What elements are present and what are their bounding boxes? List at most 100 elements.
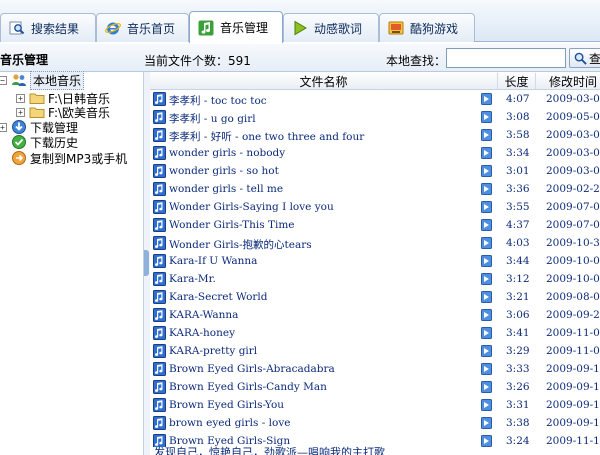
- table-row[interactable]: Kara-Secret World 3:21 2009-08-0: [150, 289, 600, 307]
- lyrics-tag-icon[interactable]: [481, 201, 492, 213]
- file-modified: 2009-03-0: [546, 129, 600, 141]
- file-duration: 3:12: [506, 273, 530, 285]
- news-ticker[interactable]: 发现自己，惊艳自己，劲歌派—唱响我的主打歌: [150, 446, 600, 455]
- music-file-icon: [153, 200, 166, 214]
- music-file-icon: [153, 272, 166, 286]
- tab-kugou-games[interactable]: 酷狗游戏: [379, 13, 475, 42]
- lyrics-tag-icon[interactable]: [481, 327, 492, 339]
- collapse-toggle[interactable]: −: [0, 75, 7, 85]
- play-icon: [294, 20, 307, 36]
- file-table: 文件名称 长度 修改时间 李孝利 - toc toc toc 4:07 2009-0…: [150, 72, 600, 447]
- lyrics-tag-icon[interactable]: [481, 93, 492, 105]
- file-name: KARA-pretty girl: [169, 345, 258, 357]
- table-row[interactable]: 李孝利 - u go girl 3:08 2009-05-0: [150, 109, 600, 127]
- column-header-file-name[interactable]: 文件名称: [150, 73, 498, 89]
- table-row[interactable]: Brown Eyed Girls-You 3:31 2009-09-1: [150, 397, 600, 415]
- lyrics-tag-icon[interactable]: [481, 255, 492, 267]
- file-duration: 3:34: [506, 147, 530, 159]
- lyrics-tag-icon[interactable]: [481, 417, 492, 429]
- music-file-icon: [153, 236, 166, 250]
- lyrics-tag-icon[interactable]: [481, 147, 492, 159]
- copy-device-icon: [12, 151, 26, 165]
- file-name: KARA-honey: [169, 327, 236, 339]
- file-name: 李孝利 - toc toc toc: [169, 95, 267, 107]
- expand-toggle[interactable]: +: [16, 93, 25, 103]
- lyrics-tag-icon[interactable]: [481, 399, 492, 411]
- table-row[interactable]: brown eyed girls - love 3:38 2009-09-1: [150, 415, 600, 433]
- lyrics-tag-icon[interactable]: [481, 183, 492, 195]
- column-header-modified[interactable]: 修改时间: [536, 73, 600, 89]
- table-row[interactable]: Kara-Mr. 3:12 2009-10-0: [150, 271, 600, 289]
- table-row[interactable]: Brown Eyed Girls-Candy Man 3:26 2009-09-1: [150, 379, 600, 397]
- table-row[interactable]: KARA-pretty girl 3:29 2009-11-0: [150, 343, 600, 361]
- local-search-label: 本地查找：: [386, 54, 447, 68]
- music-file-icon: [153, 92, 166, 106]
- file-modified: 2009-10-0: [546, 255, 600, 267]
- lyrics-tag-icon[interactable]: [481, 165, 492, 177]
- file-duration: 4:37: [506, 219, 530, 231]
- music-file-icon: [153, 182, 166, 196]
- lyrics-tag-icon[interactable]: [481, 237, 492, 249]
- file-name: Wonder Girls-Saying I love you: [169, 201, 334, 213]
- music-file-icon: [153, 254, 166, 268]
- table-row[interactable]: Kara-If U Wanna 3:44 2009-10-0: [150, 253, 600, 271]
- tree-node-download-history[interactable]: 下载历史: [11, 134, 78, 150]
- table-row[interactable]: Wonder Girls-抱歉的心tears 4:03 2009-10-3: [150, 235, 600, 253]
- tab-music-home[interactable]: 音乐首页: [96, 13, 189, 42]
- file-modified: 2009-09-2: [546, 309, 600, 321]
- tab-search-results[interactable]: 搜索结果: [0, 13, 96, 42]
- table-row[interactable]: wonder girls - nobody 3:34 2009-03-0: [150, 145, 600, 163]
- tree-node-local-music[interactable]: − 本地音乐: [0, 70, 85, 90]
- file-modified: 2009-10-3: [546, 237, 600, 249]
- file-duration: 3:58: [506, 129, 530, 141]
- tab-music-management[interactable]: 音乐管理: [189, 11, 283, 43]
- lyrics-tag-icon[interactable]: [481, 273, 492, 285]
- lyrics-tag-icon[interactable]: [481, 219, 492, 231]
- lyrics-tag-icon[interactable]: [481, 291, 492, 303]
- local-search-input[interactable]: [446, 48, 566, 68]
- lyrics-tag-icon[interactable]: [481, 345, 492, 357]
- file-modified: 2009-03-0: [546, 93, 600, 105]
- splitter-collapse-handle[interactable]: [144, 250, 149, 276]
- lyrics-tag-icon[interactable]: [481, 129, 492, 141]
- lyrics-tag-icon[interactable]: [481, 363, 492, 375]
- lyrics-tag-icon[interactable]: [481, 309, 492, 321]
- table-row[interactable]: Wonder Girls-Saying I love you 3:55 2009-0…: [150, 199, 600, 217]
- file-name: KARA-Wanna: [169, 309, 239, 321]
- table-row[interactable]: 李孝利 - 好听 - one two three and four 3:58 200…: [150, 127, 600, 145]
- game-icon: [388, 21, 404, 35]
- tab-dynamic-lyrics[interactable]: 动感歌词: [283, 13, 379, 42]
- table-row[interactable]: wonder girls - tell me 3:36 2009-02-2: [150, 181, 600, 199]
- lyrics-tag-icon[interactable]: [481, 111, 492, 123]
- music-file-icon: [153, 344, 166, 358]
- file-modified: 2009-11-0: [546, 327, 600, 339]
- file-modified: 2009-09-1: [546, 399, 600, 411]
- table-row[interactable]: KARA-honey 3:41 2009-11-0: [150, 325, 600, 343]
- table-row[interactable]: Brown Eyed Girls-Abracadabra 3:33 2009-09-…: [150, 361, 600, 379]
- file-modified: 2009-05-0: [546, 111, 600, 123]
- music-file-icon: [153, 146, 166, 160]
- table-row[interactable]: KARA-Wanna 3:06 2009-09-2: [150, 307, 600, 325]
- file-duration: 3:01: [506, 165, 530, 177]
- music-note-icon: [198, 20, 214, 35]
- file-name: Kara-Secret World: [169, 291, 268, 303]
- table-row[interactable]: Brown Eyed Girls-Sign 3:24 2009-11-1: [150, 433, 600, 447]
- expand-toggle[interactable]: +: [16, 107, 25, 117]
- file-modified: 2009-10-0: [546, 273, 600, 285]
- file-duration: 4:03: [506, 237, 530, 249]
- top-tab-bar: 搜索结果 音乐首页 音乐管理 动感歌词 酷狗游戏: [0, 0, 600, 43]
- table-row[interactable]: wonder girls - so hot 3:01 2009-03-0: [150, 163, 600, 181]
- tree-node-copy-to-device[interactable]: 复制到MP3或手机: [11, 150, 127, 166]
- file-modified: 2009-09-1: [546, 417, 600, 429]
- table-row[interactable]: 李孝利 - toc toc toc 4:07 2009-03-0: [150, 91, 600, 109]
- lyrics-tag-icon[interactable]: [481, 381, 492, 393]
- table-row[interactable]: Wonder Girls-This Time 4:37 2009-07-0: [150, 217, 600, 235]
- file-modified: 2009-03-0: [546, 147, 600, 159]
- file-duration: 3:08: [506, 111, 530, 123]
- file-name: brown eyed girls - love: [169, 417, 291, 429]
- file-modified: 2009-08-0: [546, 291, 600, 303]
- column-header-length[interactable]: 长度: [498, 73, 536, 89]
- file-duration: 4:07: [506, 93, 530, 105]
- search-button[interactable]: 查: [569, 48, 600, 68]
- expand-toggle[interactable]: +: [0, 122, 7, 132]
